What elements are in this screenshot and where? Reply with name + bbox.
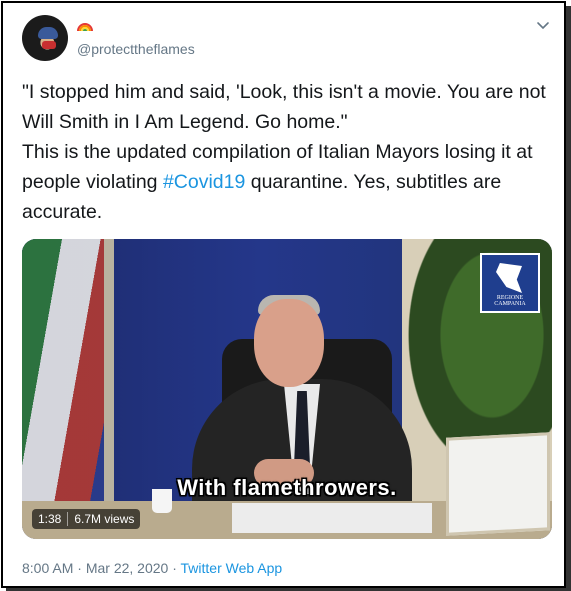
- video-duration: 1:38: [38, 512, 69, 526]
- rainbow-icon: [77, 23, 93, 32]
- tweet-meta: 8:00 AM · Mar 22, 2020 · Twitter Web App: [22, 560, 282, 576]
- hashtag-link[interactable]: #Covid19: [163, 171, 245, 193]
- user-handle[interactable]: @protecttheflames: [77, 41, 195, 57]
- video-papers: [232, 503, 432, 533]
- video-views: 6.7M views: [74, 512, 135, 526]
- tweet-time[interactable]: 8:00 AM: [22, 560, 73, 576]
- tweet-source-link[interactable]: Twitter Web App: [181, 560, 283, 576]
- meta-separator: ·: [172, 560, 177, 576]
- tweet-text: "I stopped him and said, 'Look, this isn…: [22, 77, 552, 227]
- region-logo-text: REGIONE CAMPANIA: [494, 295, 526, 307]
- video-player[interactable]: REGIONE CAMPANIA With flamethrowers. 1:3…: [22, 239, 552, 539]
- region-map-icon: [496, 263, 522, 293]
- meta-separator: ·: [77, 560, 82, 576]
- chevron-down-icon[interactable]: [536, 21, 550, 31]
- tweet-date[interactable]: Mar 22, 2020: [86, 560, 169, 576]
- video-info-overlay: 1:38 6.7M views: [32, 509, 141, 529]
- video-person-head: [254, 299, 324, 387]
- tweet-body: This is the updated compilation of Itali…: [22, 137, 552, 227]
- video-subtitle: With flamethrowers.: [177, 475, 397, 500]
- region-logo: REGIONE CAMPANIA: [480, 253, 540, 313]
- tweet-quote: "I stopped him and said, 'Look, this isn…: [22, 81, 546, 133]
- avatar-turban-shape: [38, 27, 58, 39]
- avatar-mask-shape: [42, 41, 56, 49]
- avatar[interactable]: [22, 15, 68, 61]
- tweet-card: @protecttheflames "I stopped him and sai…: [1, 1, 566, 588]
